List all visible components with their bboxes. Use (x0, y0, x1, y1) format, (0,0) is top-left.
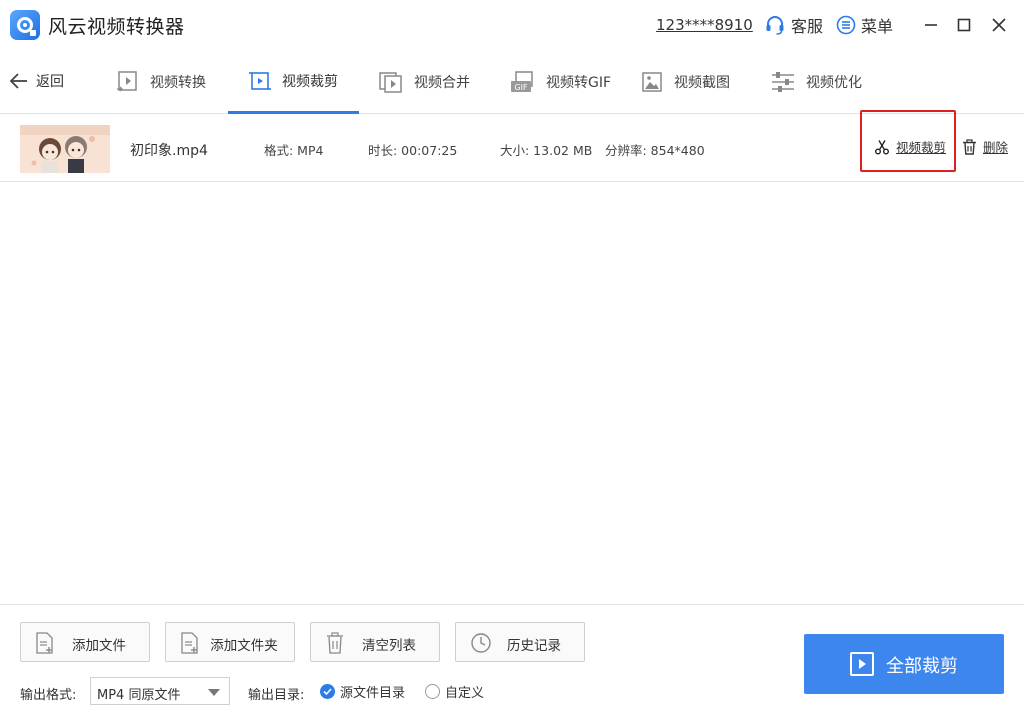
tab-video-screenshot[interactable]: 视频截图 (640, 50, 730, 114)
close-icon (992, 18, 1006, 32)
tab-video-merge[interactable]: 视频合并 (378, 50, 470, 114)
output-dir-label: 输出目录: (248, 688, 305, 703)
history-button[interactable]: 历史记录 (455, 622, 585, 662)
optimize-icon (772, 72, 794, 92)
crop-video-label: 视频裁剪 (896, 140, 947, 155)
radio-source-dir-label: 源文件目录 (340, 686, 406, 701)
trash-icon (963, 138, 976, 155)
headset-icon (766, 16, 784, 35)
output-format-label: 输出格式: (20, 688, 77, 703)
file-resolution: 分辨率: 854*480 (605, 143, 705, 158)
maximize-icon (957, 18, 971, 32)
file-list-row[interactable]: 初印象.mp4 格式: MP4 时长: 00:07:25 大小: 13.02 M… (0, 110, 1024, 182)
menu-icon (836, 15, 856, 35)
back-label: 返回 (36, 74, 64, 90)
scissors-icon (875, 139, 889, 154)
minimize-button[interactable] (920, 14, 942, 36)
menu-button[interactable]: 菜单 (836, 14, 893, 36)
clear-list-button[interactable]: 清空列表 (310, 622, 440, 662)
play-icon (850, 652, 874, 676)
add-file-button[interactable]: 添加文件 (20, 622, 150, 662)
add-folder-button[interactable]: 添加文件夹 (165, 622, 295, 662)
title-bar: 风云视频转换器 123****8910 客服 菜单 (0, 0, 1024, 50)
delete-button[interactable]: 删除 (962, 137, 1008, 156)
radio-custom-dir[interactable]: 自定义 (425, 682, 484, 701)
file-duration: 时长: 00:07:25 (368, 143, 458, 158)
screenshot-icon (642, 72, 662, 92)
maximize-button[interactable] (953, 14, 975, 36)
back-button[interactable]: 返回 (8, 70, 64, 92)
tab-video-convert[interactable]: 视频转换 (116, 50, 206, 114)
video-thumbnail (20, 125, 110, 173)
file-format: 格式: MP4 (264, 143, 324, 158)
output-format-select[interactable]: MP4 同原文件 (90, 677, 230, 705)
add-folder-label: 添加文件夹 (210, 638, 278, 654)
svg-text:GIF: GIF (514, 83, 528, 92)
tab-label: 视频转换 (150, 75, 206, 91)
tab-video-crop[interactable]: 视频裁剪 (228, 50, 359, 114)
tab-label: 视频截图 (674, 75, 730, 91)
radio-checked-icon (320, 684, 335, 699)
menu-label: 菜单 (861, 17, 894, 36)
gif-icon: GIF (511, 71, 533, 92)
support-button[interactable]: 客服 (764, 14, 823, 36)
video-convert-icon (117, 71, 137, 92)
user-account-link[interactable]: 123****8910 (656, 16, 753, 34)
file-name: 初印象.mp4 (130, 143, 208, 159)
crop-all-label: 全部裁剪 (886, 656, 958, 677)
add-file-label: 添加文件 (72, 638, 126, 654)
history-label: 历史记录 (507, 638, 561, 654)
delete-label: 删除 (983, 140, 1009, 155)
tab-label: 视频转GIF (546, 75, 612, 91)
radio-unchecked-icon (425, 684, 440, 699)
close-button[interactable] (988, 14, 1010, 36)
output-format-value: MP4 同原文件 (97, 688, 181, 703)
radio-custom-dir-label: 自定义 (445, 686, 485, 701)
video-merge-icon (379, 72, 402, 93)
tab-video-optimize[interactable]: 视频优化 (770, 50, 862, 114)
minimize-icon (925, 24, 937, 26)
arrow-left-icon (9, 73, 27, 89)
file-size: 大小: 13.02 MB (500, 143, 593, 158)
tab-label: 视频合并 (414, 75, 470, 91)
app-title: 风云视频转换器 (48, 16, 185, 38)
tab-label: 视频优化 (806, 75, 862, 91)
radio-source-dir[interactable]: 源文件目录 (320, 682, 405, 701)
tab-video-to-gif[interactable]: GIF 视频转GIF (510, 50, 611, 114)
support-label: 客服 (791, 17, 824, 36)
tab-bar: 返回 视频转换 视频裁剪 视频合并 GIF 视频转GIF 视频截图 视频优化 (0, 50, 1024, 114)
chevron-down-icon (208, 689, 220, 696)
crop-all-button[interactable]: 全部裁剪 (804, 634, 1004, 694)
clear-list-label: 清空列表 (362, 638, 416, 654)
crop-video-button[interactable]: 视频裁剪 (874, 137, 946, 156)
bottom-panel: 添加文件 添加文件夹 清空列表 历史记录 输出格式: MP4 同原文件 输出目录… (0, 604, 1024, 720)
video-thumbnail-image (20, 125, 110, 173)
app-logo-icon (10, 10, 40, 40)
tab-label: 视频裁剪 (282, 73, 338, 90)
video-crop-icon (249, 71, 271, 90)
